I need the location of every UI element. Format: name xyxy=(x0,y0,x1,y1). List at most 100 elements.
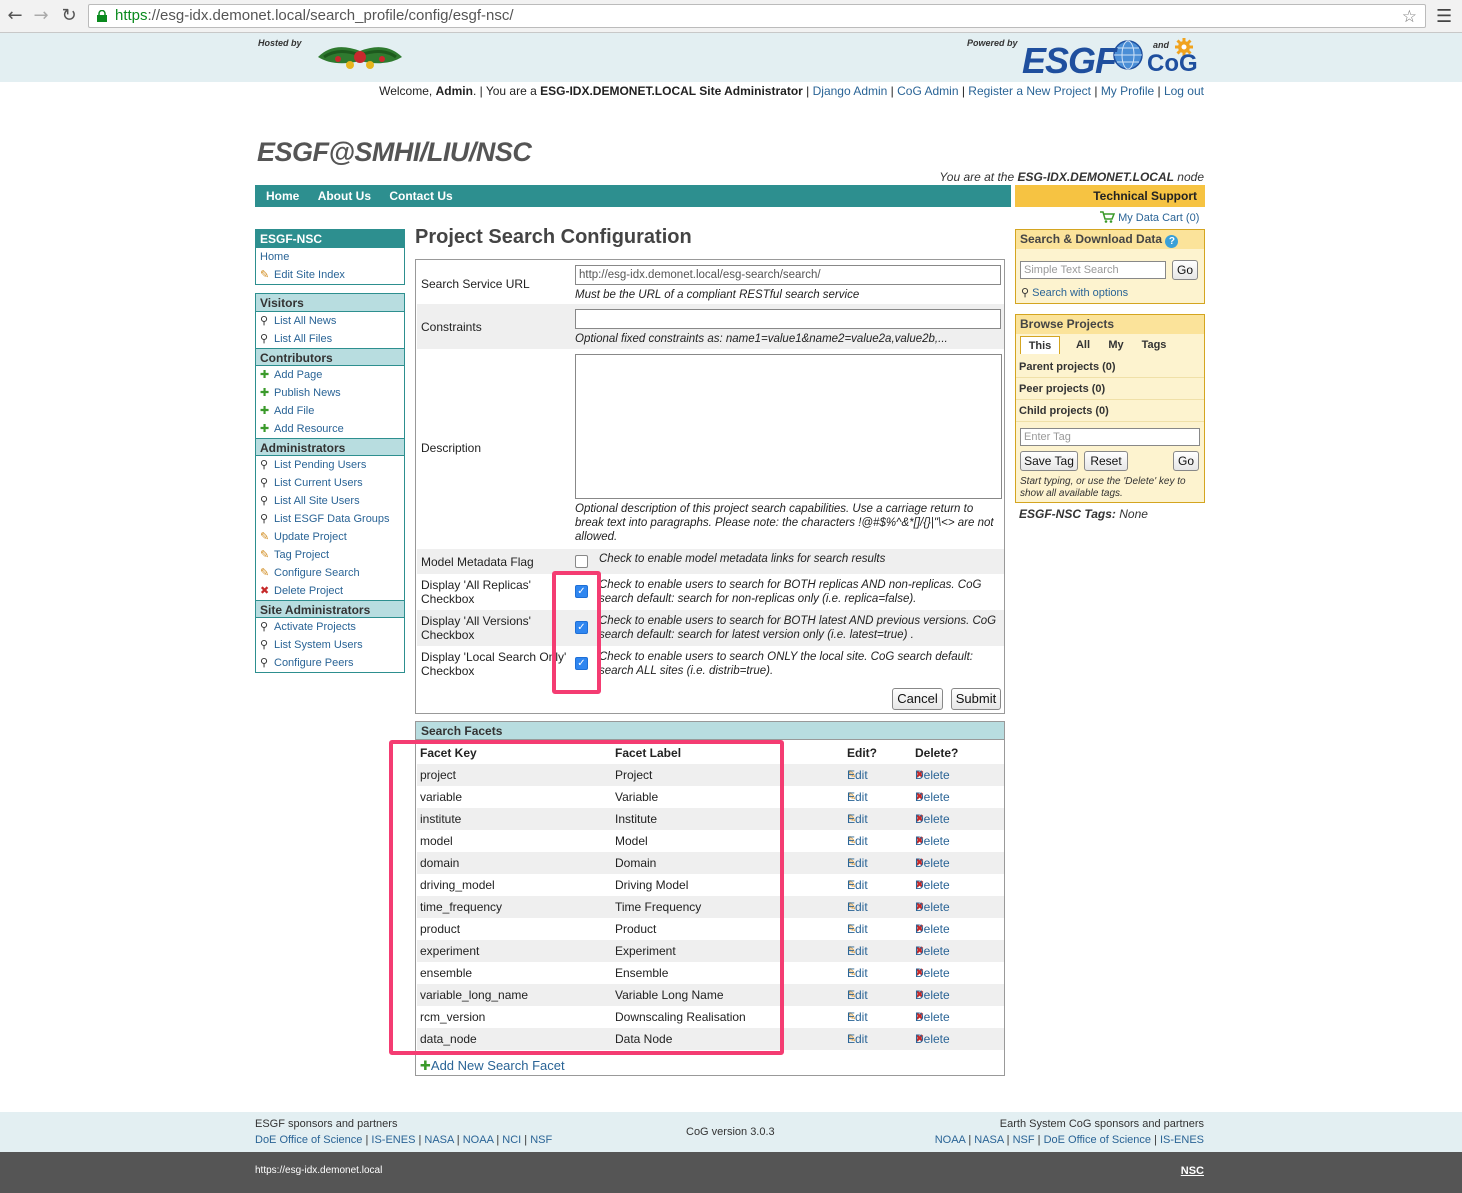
logout-link[interactable]: Log out xyxy=(1164,84,1204,98)
sidebar-item-list-all-news[interactable]: ⚲ List All News xyxy=(256,312,404,330)
search-with-options-link[interactable]: ⚲ Search with options xyxy=(1021,286,1128,299)
nav-about-us[interactable]: About Us xyxy=(318,185,371,207)
cog-admin-link[interactable]: CoG Admin xyxy=(897,84,958,98)
node-name: ESG-IDX.DEMONET.LOCAL xyxy=(1017,170,1174,184)
sidebar-item-list-current-users[interactable]: ⚲ List Current Users xyxy=(256,474,404,492)
tab-tags[interactable]: Tags xyxy=(1140,336,1168,354)
simple-text-search-input[interactable]: Simple Text Search xyxy=(1020,261,1166,279)
back-arrow-icon[interactable]: ← xyxy=(4,5,26,27)
nsf-link[interactable]: NSF xyxy=(1013,1134,1035,1146)
constraints-input[interactable] xyxy=(575,309,1001,329)
sidebar-item-configure-peers[interactable]: ⚲ Configure Peers xyxy=(256,654,404,672)
reset-button[interactable]: Reset xyxy=(1084,451,1128,471)
sidebar-item-label: Publish News xyxy=(274,387,341,399)
cancel-button[interactable]: Cancel xyxy=(892,688,943,710)
esgf-logo: ESGF xyxy=(1022,40,1117,81)
delete-label: Delete xyxy=(915,856,950,870)
node-note-prefix: You are at the xyxy=(939,170,1015,184)
model-flag-checkbox[interactable] xyxy=(575,555,588,568)
is-enes-link[interactable]: IS-ENES xyxy=(1160,1134,1204,1146)
versions-checkbox[interactable]: ✓ xyxy=(575,621,588,634)
sidebar-item-label: List All Files xyxy=(274,333,333,345)
sidebar-item-list-pending-users[interactable]: ⚲ List Pending Users xyxy=(256,456,404,474)
nsc-link[interactable]: NSC xyxy=(1181,1165,1204,1177)
address-bar[interactable]: https://esg-idx.demonet.local/search_pro… xyxy=(88,4,1426,28)
sidebar-item-list-all-site-users[interactable]: ⚲ List All Site Users xyxy=(256,492,404,510)
nasa-link[interactable]: NASA xyxy=(974,1134,1003,1146)
sidebar-item-label: List Current Users xyxy=(274,477,363,489)
save-tag-button[interactable]: Save Tag xyxy=(1020,451,1078,471)
facet-key: driving_model xyxy=(420,878,495,892)
sidebar-item-list-all-files[interactable]: ⚲ List All Files xyxy=(256,330,404,348)
sidebar-item-add-resource[interactable]: ✚ Add Resource xyxy=(256,420,404,438)
help-icon[interactable]: ? xyxy=(1165,235,1179,248)
register-project-link[interactable]: Register a New Project xyxy=(968,84,1091,98)
project-menu: ESGF-NSC Home ✎ Edit Site Index xyxy=(255,229,405,285)
my-profile-link[interactable]: My Profile xyxy=(1101,84,1154,98)
footer: ESGF sponsors and partners DoE Office of… xyxy=(0,1112,1462,1152)
submit-button[interactable]: Submit xyxy=(951,688,1001,710)
description-textarea[interactable] xyxy=(575,354,1002,499)
sidebar-item-label: Home xyxy=(260,251,290,263)
nav-home[interactable]: Home xyxy=(266,185,299,207)
bookmark-star-icon[interactable]: ☆ xyxy=(1402,6,1417,28)
sidebar-item-add-page[interactable]: ✚ Add Page xyxy=(256,366,404,384)
peer-projects-row[interactable]: Peer projects (0) xyxy=(1016,378,1204,400)
sidebar-item-list-system-users[interactable]: ⚲ List System Users xyxy=(256,636,404,654)
sidebar-item-label: List All News xyxy=(274,315,337,327)
pencil-icon: ✎ xyxy=(260,548,270,561)
description-label: Description xyxy=(421,441,482,455)
noaa-link[interactable]: NOAA xyxy=(935,1134,966,1146)
search-icon: ⚲ xyxy=(260,638,269,651)
reload-icon[interactable]: ↻ xyxy=(58,5,80,27)
sidebar-item-activate-projects[interactable]: ⚲ Activate Projects xyxy=(256,618,404,636)
sidebar-item-home[interactable]: Home xyxy=(256,248,404,266)
search-service-url-input[interactable]: http://esg-idx.demonet.local/esg-search/… xyxy=(575,265,1001,285)
sidebar-item-delete-project[interactable]: ✖ Delete Project xyxy=(256,582,404,600)
is-enes-link[interactable]: IS-ENES xyxy=(371,1134,415,1146)
sidebar-item-configure-search[interactable]: ✎ Configure Search xyxy=(256,564,404,582)
sidebar-item-edit-site-index[interactable]: ✎ Edit Site Index xyxy=(256,266,404,284)
url-help: Must be the URL of a compliant RESTful s… xyxy=(575,289,860,301)
technical-support-link[interactable]: Technical Support xyxy=(1015,185,1205,207)
sidebar-item-add-file[interactable]: ✚ Add File xyxy=(256,402,404,420)
parent-projects-row[interactable]: Parent projects (0) xyxy=(1016,356,1204,378)
search-icon: ⚲ xyxy=(260,476,269,489)
add-search-facet-link[interactable]: ✚Add New Search Facet xyxy=(420,1058,565,1074)
visitors-title: Visitors xyxy=(256,294,404,312)
sidebar-item-list-esgf-data-groups[interactable]: ⚲ List ESGF Data Groups xyxy=(256,510,404,528)
tab-this[interactable]: This xyxy=(1020,336,1060,354)
forward-arrow-icon[interactable]: → xyxy=(30,5,52,27)
data-cart-link[interactable]: My Data Cart (0) xyxy=(1100,211,1199,224)
django-admin-link[interactable]: Django Admin xyxy=(813,84,888,98)
browser-menu-icon[interactable]: ☰ xyxy=(1436,6,1452,27)
search-icon: ⚲ xyxy=(260,656,269,669)
search-go-button[interactable]: Go xyxy=(1172,260,1198,280)
nsf-link[interactable]: NSF xyxy=(530,1134,552,1146)
sidebar-item-tag-project[interactable]: ✎ Tag Project xyxy=(256,546,404,564)
nav-contact-us[interactable]: Contact Us xyxy=(389,185,452,207)
sidebar-item-update-project[interactable]: ✎ Update Project xyxy=(256,528,404,546)
noaa-link[interactable]: NOAA xyxy=(463,1134,494,1146)
sidebar-item-publish-news[interactable]: ✚ Publish News xyxy=(256,384,404,402)
search-icon: ⚲ xyxy=(260,512,269,525)
welcome-bar: Welcome, Admin. | You are a ESG-IDX.DEMO… xyxy=(379,84,1204,98)
nasa-link[interactable]: NASA xyxy=(424,1134,453,1146)
tab-my[interactable]: My xyxy=(1104,336,1128,354)
child-projects-row[interactable]: Child projects (0) xyxy=(1016,400,1204,422)
project-tags-value: None xyxy=(1119,507,1148,521)
nci-link[interactable]: NCI xyxy=(502,1134,521,1146)
tab-all[interactable]: All xyxy=(1072,336,1094,354)
replicas-checkbox[interactable]: ✓ xyxy=(575,585,588,598)
local-search-checkbox[interactable]: ✓ xyxy=(575,657,588,670)
sidebar-item-label: List Pending Users xyxy=(274,459,367,471)
tag-go-button[interactable]: Go xyxy=(1173,451,1199,471)
and-label: and xyxy=(1153,40,1170,50)
enter-tag-input[interactable]: Enter Tag xyxy=(1020,428,1200,446)
doe-link[interactable]: DoE Office of Science xyxy=(1044,1134,1151,1146)
node-note-suffix: node xyxy=(1177,170,1204,184)
delete-label: Delete xyxy=(915,1010,950,1024)
doe-link[interactable]: DoE Office of Science xyxy=(255,1134,362,1146)
browse-projects-panel: Browse Projects This All My Tags Parent … xyxy=(1015,314,1205,503)
facet-label: Downscaling Realisation xyxy=(615,1010,746,1024)
